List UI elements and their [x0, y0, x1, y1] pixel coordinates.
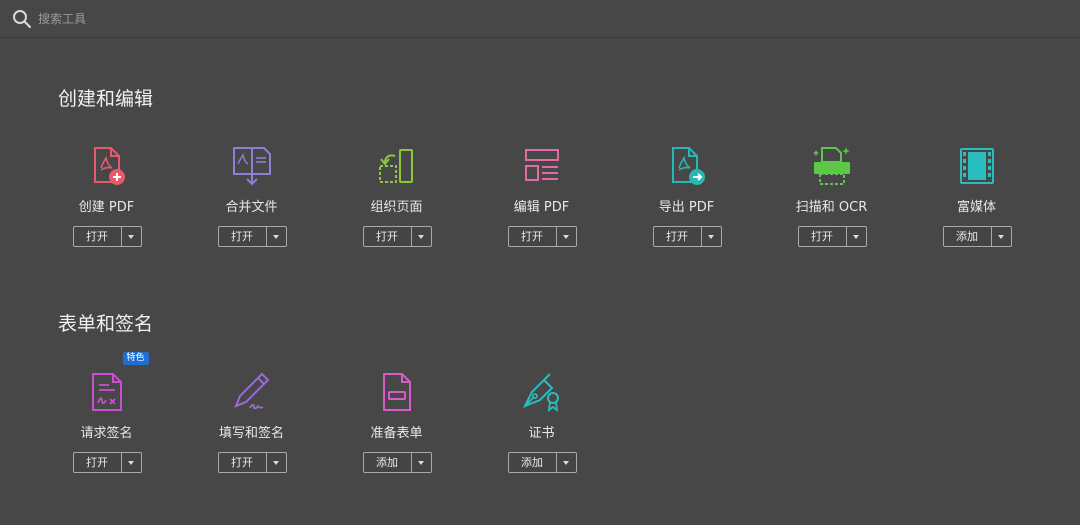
chevron-down-icon: [273, 234, 279, 239]
chevron-down-icon: [128, 234, 134, 239]
tool-rich-media[interactable]: 富媒体 添加: [904, 144, 1049, 274]
rich-media-icon: [955, 144, 999, 188]
open-button[interactable]: 打开: [74, 453, 122, 472]
chevron-down-icon: [418, 234, 424, 239]
search-icon[interactable]: [12, 9, 32, 29]
section-title-create-edit: 创建和编辑: [58, 88, 154, 110]
open-button[interactable]: 打开: [654, 227, 702, 246]
chevron-down-icon: [128, 460, 134, 465]
tool-label: 编辑 PDF: [513, 200, 570, 215]
add-button-group: 添加: [362, 452, 432, 473]
chevron-down-icon: [418, 460, 424, 465]
chevron-down-icon: [708, 234, 714, 239]
organize-pages-icon: [375, 144, 419, 188]
chevron-down-icon: [563, 460, 569, 465]
tool-label: 创建 PDF: [78, 200, 135, 215]
tool-scan-ocr[interactable]: 扫描和 OCR 打开: [759, 144, 904, 274]
chevron-down-icon: [563, 234, 569, 239]
create-pdf-icon: [85, 144, 129, 188]
open-button[interactable]: 打开: [509, 227, 557, 246]
open-button-group: 打开: [652, 226, 722, 247]
add-button[interactable]: 添加: [509, 453, 557, 472]
dropdown-button[interactable]: [412, 453, 431, 472]
combine-files-icon: [230, 144, 274, 188]
section-title-forms-signatures: 表单和签名: [58, 313, 154, 335]
open-button-group: 打开: [72, 452, 142, 473]
dropdown-button[interactable]: [992, 227, 1011, 246]
dropdown-button[interactable]: [267, 227, 286, 246]
tool-organize-pages[interactable]: 组织页面 打开: [324, 144, 469, 274]
add-button-group: 添加: [507, 452, 577, 473]
tool-label: 请求签名: [80, 426, 133, 441]
edit-pdf-icon: [520, 144, 564, 188]
add-button[interactable]: 添加: [364, 453, 412, 472]
open-button[interactable]: 打开: [364, 227, 412, 246]
request-signature-icon: [85, 370, 129, 414]
featured-badge: 特色: [122, 352, 149, 365]
open-button[interactable]: 打开: [219, 453, 267, 472]
tool-request-signature[interactable]: 特色 请求签名 打开: [34, 352, 179, 500]
tool-certificates[interactable]: 证书 添加: [469, 370, 614, 500]
dropdown-button[interactable]: [412, 227, 431, 246]
tool-label: 准备表单: [370, 426, 423, 441]
certificates-icon: [520, 370, 564, 414]
tool-edit-pdf[interactable]: 编辑 PDF 打开: [469, 144, 614, 274]
chevron-down-icon: [853, 234, 859, 239]
tool-prepare-form[interactable]: 准备表单 添加: [324, 370, 469, 500]
tool-create-pdf[interactable]: 创建 PDF 打开: [34, 144, 179, 274]
dropdown-button[interactable]: [122, 227, 141, 246]
search-input[interactable]: [38, 8, 438, 30]
tool-label: 证书: [528, 426, 555, 441]
tool-label: 组织页面: [370, 200, 423, 215]
fill-sign-icon: [230, 370, 274, 414]
tool-export-pdf[interactable]: 导出 PDF 打开: [614, 144, 759, 274]
scan-ocr-icon: [810, 144, 854, 188]
open-button-group: 打开: [217, 452, 287, 473]
chevron-down-icon: [273, 460, 279, 465]
open-button-group: 打开: [72, 226, 142, 247]
open-button-group: 打开: [217, 226, 287, 247]
dropdown-button[interactable]: [557, 453, 576, 472]
tool-label: 导出 PDF: [658, 200, 715, 215]
tool-combine-files[interactable]: 合并文件 打开: [179, 144, 324, 274]
open-button-group: 打开: [507, 226, 577, 247]
dropdown-button[interactable]: [267, 453, 286, 472]
open-button[interactable]: 打开: [219, 227, 267, 246]
open-button[interactable]: 打开: [799, 227, 847, 246]
open-button[interactable]: 打开: [74, 227, 122, 246]
open-button-group: 打开: [362, 226, 432, 247]
chevron-down-icon: [998, 234, 1004, 239]
add-button-group: 添加: [942, 226, 1012, 247]
dropdown-button[interactable]: [847, 227, 866, 246]
export-pdf-icon: [665, 144, 709, 188]
tool-label: 填写和签名: [218, 426, 284, 441]
tool-label: 合并文件: [225, 200, 278, 215]
prepare-form-icon: [375, 370, 419, 414]
dropdown-button[interactable]: [122, 453, 141, 472]
open-button-group: 打开: [797, 226, 867, 247]
tool-label: 富媒体: [956, 200, 996, 215]
dropdown-button[interactable]: [557, 227, 576, 246]
search-bar: [0, 0, 1080, 38]
dropdown-button[interactable]: [702, 227, 721, 246]
tool-label: 扫描和 OCR: [795, 200, 868, 215]
tool-fill-sign[interactable]: 填写和签名 打开: [179, 370, 324, 500]
add-button[interactable]: 添加: [944, 227, 992, 246]
